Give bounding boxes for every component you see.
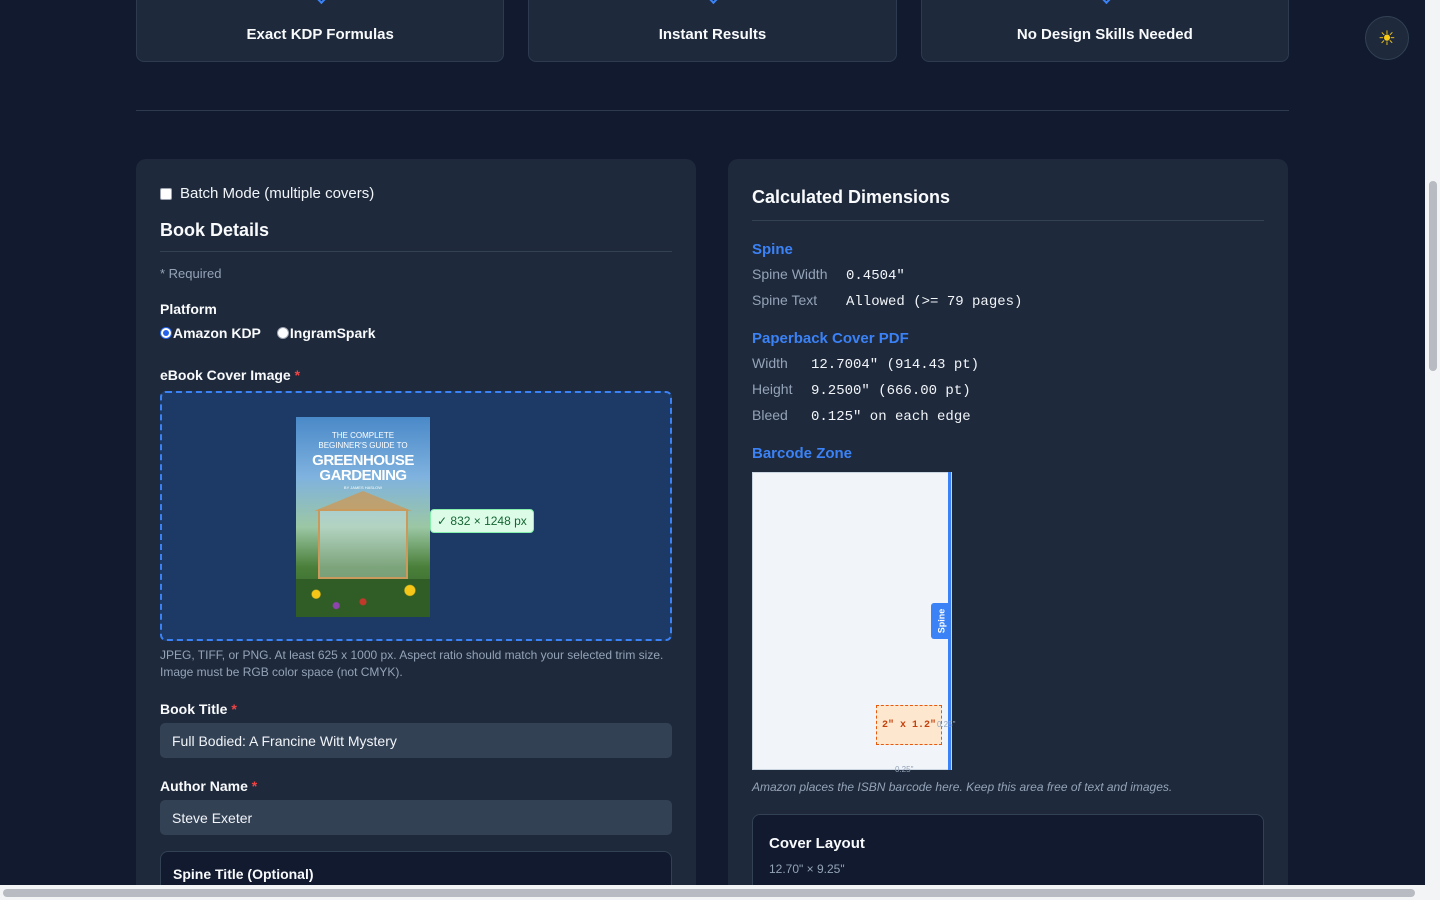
vertical-scroll-thumb[interactable]: [1429, 181, 1437, 371]
platform-radio-group: Amazon KDP IngramSpark: [160, 325, 672, 341]
pdf-bleed-label: Bleed: [752, 407, 788, 423]
batch-mode-label: Batch Mode (multiple covers): [180, 185, 375, 202]
feature-card-no-design: No Design Skills Needed: [920, 0, 1289, 62]
check-icon: [313, 0, 328, 5]
spine-width-label: Spine Width: [752, 266, 828, 282]
spine-title-label: Spine Title (Optional): [173, 866, 314, 882]
barcode-note: Amazon places the ISBN barcode here. Kee…: [752, 780, 1173, 794]
cover-preview-image: THE COMPLETE BEGINNER'S GUIDE TO GREENHO…: [296, 417, 430, 617]
spine-text-row: Spine Text Allowed (>= 79 pages): [752, 292, 1264, 310]
feature-label: Exact KDP Formulas: [246, 26, 394, 43]
barcode-box: 2" x 1.2": [876, 705, 942, 745]
vertical-scrollbar[interactable]: [1425, 0, 1440, 900]
spine-tag-text: Spine: [936, 608, 947, 634]
check-icon: [705, 0, 720, 5]
book-title-label: Book Title *: [160, 701, 672, 717]
spine-width-value: 0.4504": [846, 268, 905, 284]
section-divider: [136, 110, 1289, 111]
platform-label: Platform: [160, 301, 217, 317]
cover-image-help: JPEG, TIFF, or PNG. At least 625 x 1000 …: [160, 648, 664, 679]
sun-icon: ☀: [1378, 27, 1396, 50]
required-star: *: [294, 367, 301, 383]
feature-card-formulas: Exact KDP Formulas: [136, 0, 505, 62]
feature-card-instant: Instant Results: [528, 0, 897, 62]
pdf-width-value: 12.7004" (914.43 pt): [811, 357, 980, 373]
feature-label: No Design Skills Needed: [1016, 26, 1193, 43]
batch-mode-checkbox[interactable]: [160, 187, 172, 200]
spine-width-row: Spine Width 0.4504": [752, 266, 1264, 284]
image-size-badge: ✓ 832 × 1248 px: [430, 509, 534, 533]
platform-option-label: IngramSpark: [289, 325, 376, 341]
book-details-panel: Batch Mode (multiple covers) Book Detail…: [136, 159, 696, 900]
radio-selected[interactable]: [160, 327, 172, 339]
cover-image-label: eBook Cover Image *: [160, 367, 672, 383]
pdf-height-value: 9.2500" (666.00 pt): [811, 383, 971, 399]
pdf-height-row: Height 9.2500" (666.00 pt): [752, 381, 1264, 399]
dimensions-panel: Calculated Dimensions Spine Spine Width …: [728, 159, 1288, 900]
author-name-label-text: Author Name: [160, 778, 248, 794]
book-title-label-text: Book Title: [160, 701, 228, 717]
platform-option-kdp[interactable]: Amazon KDP: [160, 325, 261, 341]
book-details-title: Book Details: [160, 220, 672, 252]
spine-tag: Spine: [931, 603, 951, 639]
spine-heading: Spine: [752, 241, 793, 258]
pdf-bleed-value: 0.125" on each edge: [811, 409, 971, 425]
spine-text-label: Spine Text: [752, 292, 818, 308]
pdf-height-label: Height: [752, 381, 793, 397]
flowers-illustration: [296, 579, 430, 617]
cover-layout-heading: Cover Layout: [769, 835, 865, 852]
barcode-zone-diagram: Spine 2" x 1.2" 0.25" 0.25": [752, 472, 956, 774]
cover-thumb-line1: THE COMPLETE: [331, 431, 395, 440]
pdf-bleed-row: Bleed 0.125" on each edge: [752, 407, 1264, 425]
cover-layout-size: 12.70" × 9.25": [769, 862, 845, 876]
required-note: * Required: [160, 266, 222, 281]
calculated-dimensions-title: Calculated Dimensions: [752, 187, 1264, 221]
cover-image-dropzone[interactable]: THE COMPLETE BEGINNER'S GUIDE TO GREENHO…: [160, 391, 672, 641]
pdf-width-label: Width: [752, 355, 788, 371]
author-name-input[interactable]: Steve Exeter: [160, 800, 672, 835]
cover-thumb-line2: BEGINNER'S GUIDE TO: [318, 441, 408, 450]
required-star: *: [231, 701, 237, 717]
pdf-width-row: Width 12.7004" (914.43 pt): [752, 355, 1264, 373]
platform-option-label: Amazon KDP: [173, 325, 261, 341]
barcode-right-margin: 0.25": [937, 720, 956, 729]
greenhouse-illustration: [318, 509, 408, 579]
cover-image-label-text: eBook Cover Image: [160, 367, 291, 383]
check-icon: [1097, 0, 1112, 5]
greenhouse-roof: [314, 491, 412, 511]
required-star: *: [251, 778, 258, 794]
barcode-zone-heading: Barcode Zone: [752, 445, 853, 462]
feature-row: Exact KDP Formulas Instant Results No De…: [136, 0, 1289, 62]
barcode-bottom-margin: 0.25": [895, 765, 914, 774]
paperback-pdf-heading: Paperback Cover PDF: [752, 330, 909, 347]
spine-text-value: Allowed (>= 79 pages): [846, 294, 1023, 310]
platform-option-ingramspark[interactable]: IngramSpark: [276, 325, 376, 341]
cover-thumb-byline: BY JAMES HASLOW: [343, 485, 383, 490]
cover-thumb-subtitle: THE COMPLETE BEGINNER'S GUIDE TO: [296, 431, 430, 451]
batch-mode-toggle[interactable]: Batch Mode (multiple covers): [160, 185, 672, 202]
cover-thumb-title: GREENHOUSE GARDENING: [296, 453, 430, 483]
book-title-input[interactable]: Full Bodied: A Francine Witt Mystery: [160, 723, 672, 758]
radio-unselected[interactable]: [276, 327, 289, 339]
cover-thumb-title2: GARDENING: [319, 467, 407, 484]
author-name-label: Author Name *: [160, 778, 672, 794]
feature-label: Instant Results: [658, 26, 767, 43]
theme-toggle-button[interactable]: ☀: [1365, 16, 1409, 60]
horizontal-scroll-thumb[interactable]: [3, 889, 1415, 897]
horizontal-scrollbar[interactable]: [0, 885, 1425, 900]
